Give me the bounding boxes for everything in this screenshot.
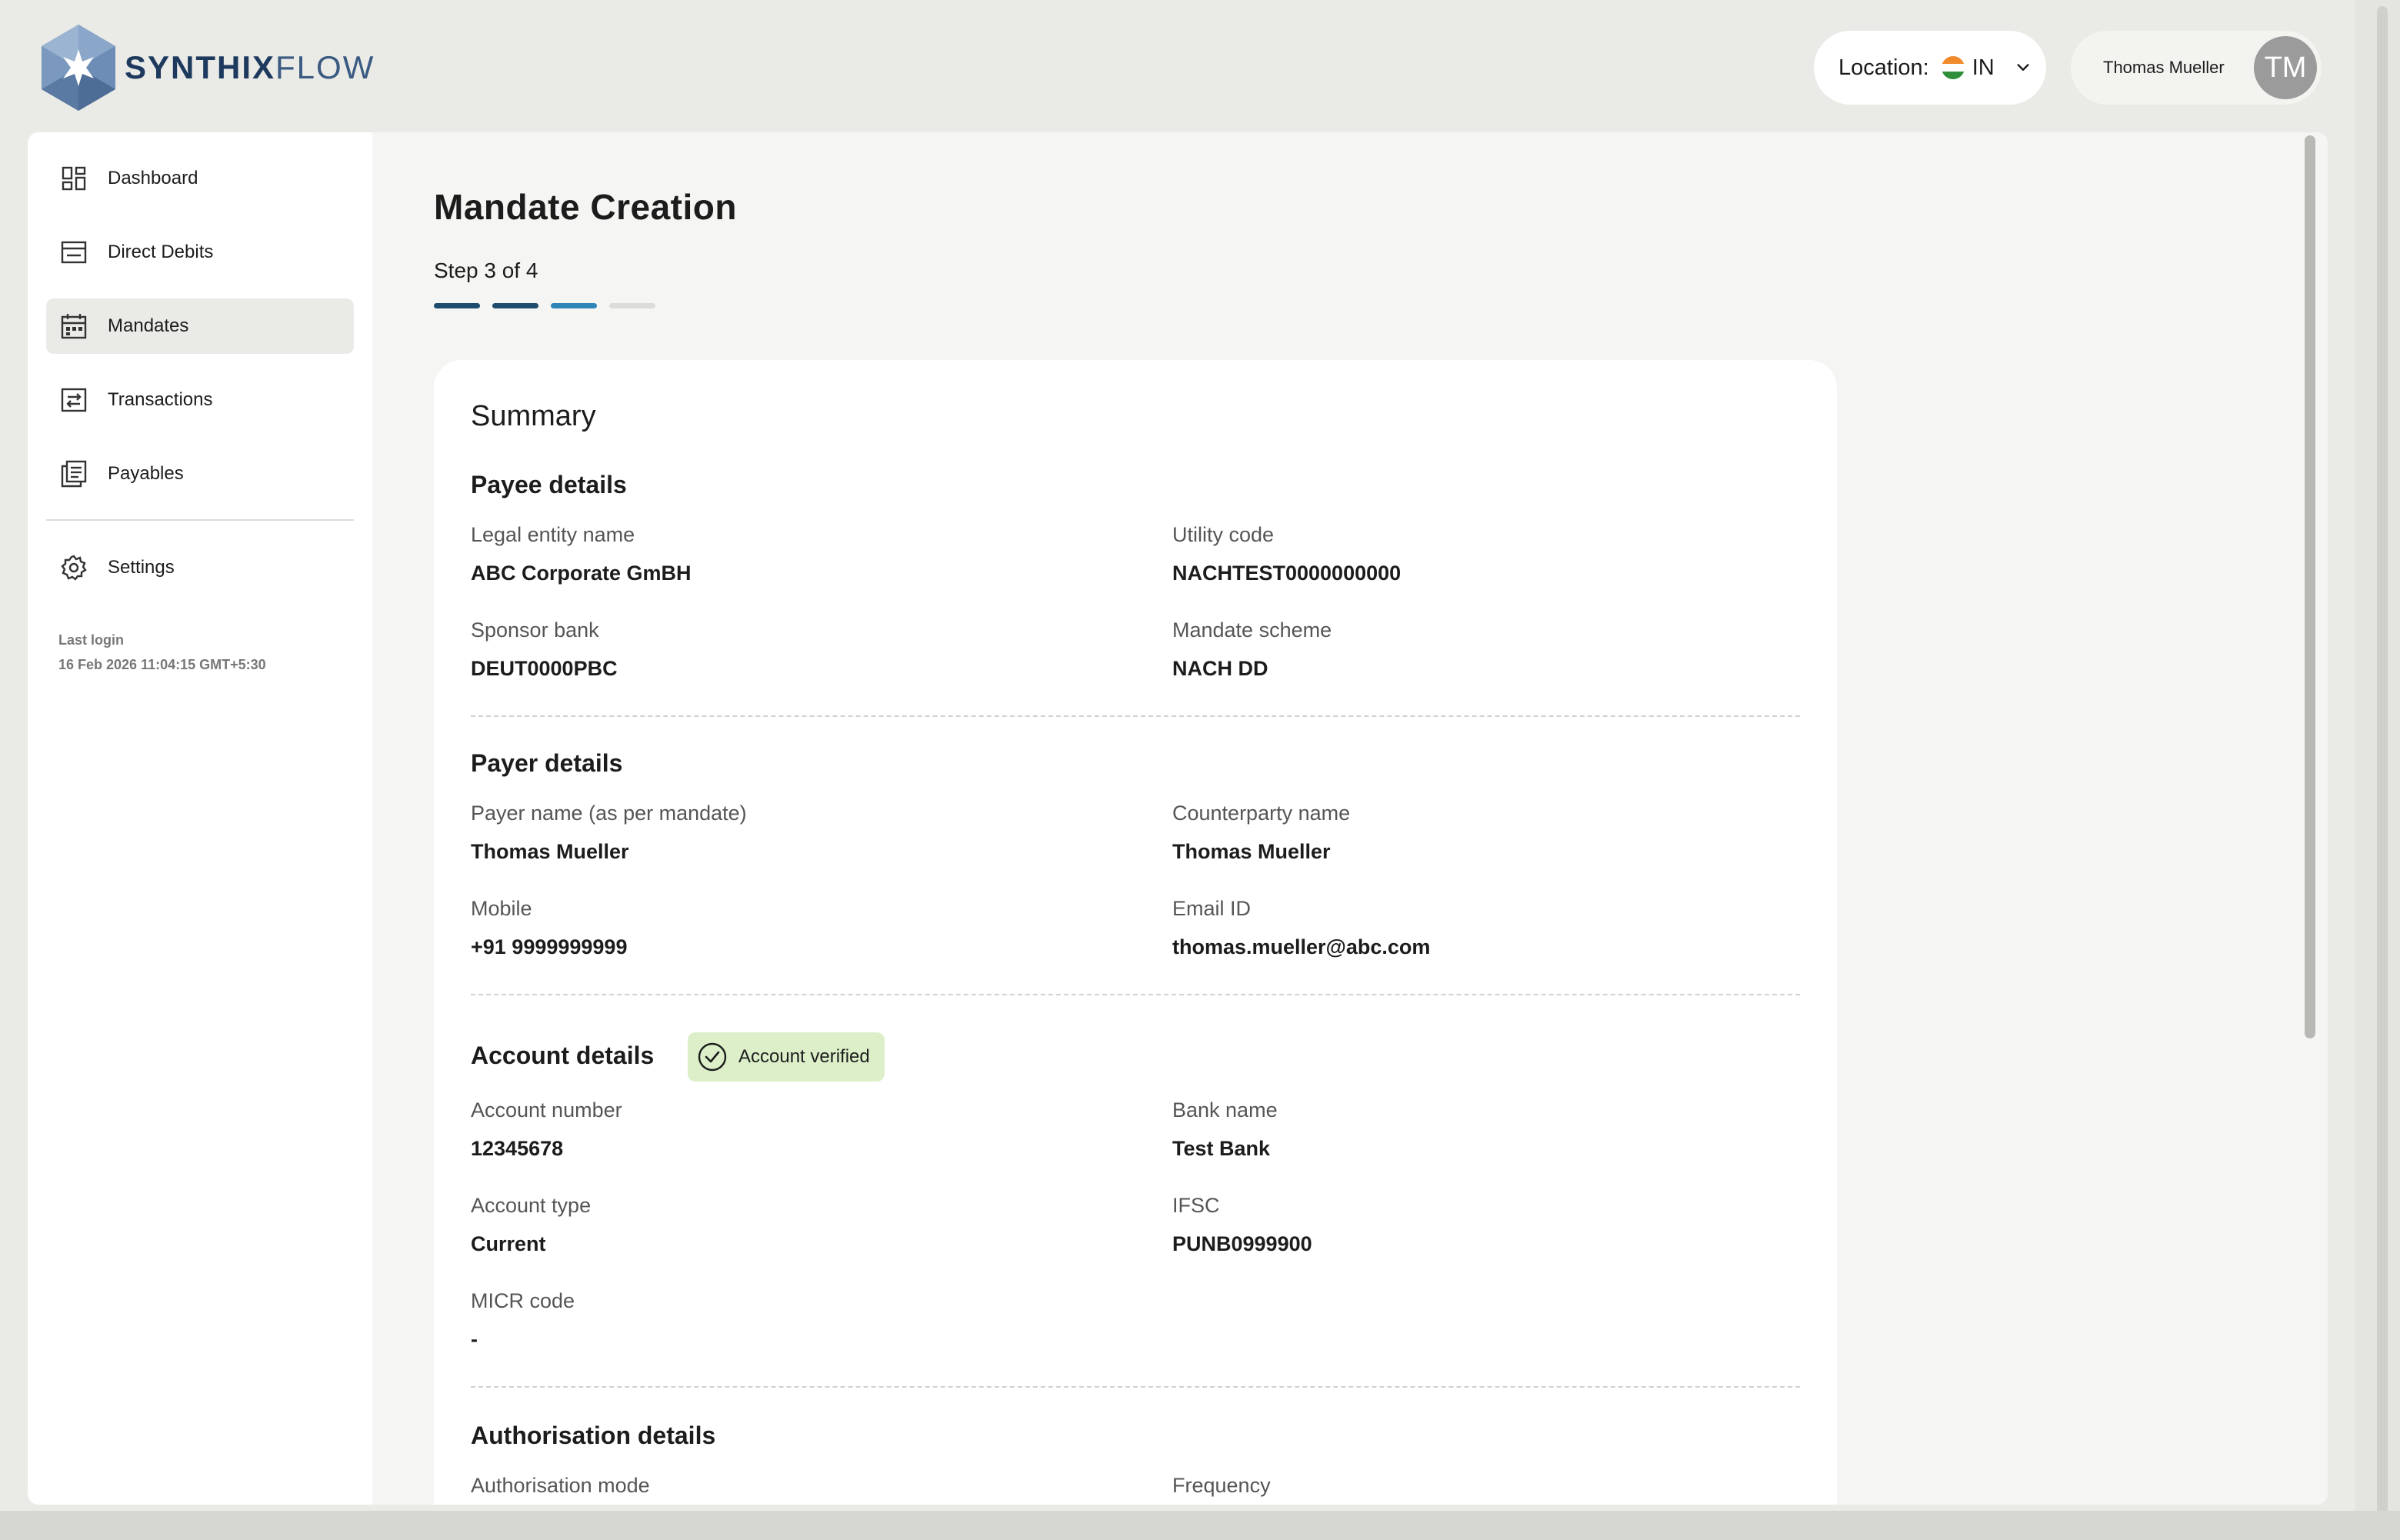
avatar: TM <box>2254 36 2317 99</box>
step-bar-3 <box>551 303 597 308</box>
step-bar-1 <box>434 303 480 308</box>
payer-name-value: Thomas Mueller <box>471 840 629 863</box>
sidebar-item-mandates[interactable]: Mandates <box>46 298 354 354</box>
sidebar: Dashboard Direct Debits Mandates Transac… <box>28 132 372 1505</box>
ifsc-label: IFSC <box>1172 1194 1220 1217</box>
step-bar-2 <box>492 303 538 308</box>
account-number-value: 12345678 <box>471 1137 564 1160</box>
account-verified-badge: Account verified <box>688 1032 885 1082</box>
mobile-value: +91 9999999999 <box>471 935 628 958</box>
authorisation-mode-label: Authorisation mode <box>471 1474 650 1497</box>
account-number-label: Account number <box>471 1098 622 1122</box>
payer-name-label: Payer name (as per mandate) <box>471 802 747 825</box>
location-selector[interactable]: Location: IN <box>1814 31 2046 105</box>
mobile-label: Mobile <box>471 897 532 920</box>
last-login: Last login 16 Feb 2026 11:04:15 GMT+5:30 <box>58 628 266 677</box>
section-divider <box>471 715 1800 717</box>
page-title: Mandate Creation <box>434 187 737 227</box>
india-flag-icon <box>1941 56 1965 79</box>
sidebar-item-label: Settings <box>108 557 175 578</box>
content-scrollbar[interactable] <box>2305 135 2315 1038</box>
sidebar-item-label: Transactions <box>108 389 213 410</box>
last-login-label: Last login <box>58 632 124 648</box>
section-divider <box>471 994 1800 995</box>
window-scrollbar[interactable] <box>2377 6 2388 1514</box>
utility-code-value: NACHTEST0000000000 <box>1172 562 1402 585</box>
brand-logo[interactable]: SYNTHIXFLOW <box>38 23 375 112</box>
sidebar-divider <box>46 519 354 521</box>
payer-details-title: Payer details <box>471 749 623 777</box>
sidebar-item-dashboard[interactable]: Dashboard <box>46 151 354 206</box>
bank-name-value: Test Bank <box>1172 1137 1271 1160</box>
check-circle-icon <box>698 1042 727 1072</box>
account-type-label: Account type <box>471 1194 592 1217</box>
section-divider <box>471 1386 1800 1388</box>
location-label: Location: <box>1838 55 1929 80</box>
transactions-icon <box>61 388 87 412</box>
micr-code-value: - <box>471 1328 478 1351</box>
app-shell: Dashboard Direct Debits Mandates Transac… <box>28 132 2328 1505</box>
counterparty-label: Counterparty name <box>1172 802 1351 825</box>
step-indicator-text: Step 3 of 4 <box>434 258 538 282</box>
mandate-scheme-label: Mandate scheme <box>1172 618 1332 642</box>
synthixflow-logo-icon <box>42 25 115 111</box>
sidebar-item-settings[interactable]: Settings <box>46 540 354 595</box>
user-name: Thomas Mueller <box>2103 58 2225 77</box>
last-login-value: 16 Feb 2026 11:04:15 GMT+5:30 <box>58 657 266 672</box>
utility-code-label: Utility code <box>1172 523 1275 546</box>
bank-name-label: Bank name <box>1172 1098 1278 1122</box>
summary-card: Summary Payee details Legal entity name … <box>434 360 1837 1505</box>
chevron-down-icon <box>2017 64 2029 71</box>
sidebar-item-label: Payables <box>108 463 184 484</box>
ifsc-value: PUNB0999900 <box>1172 1232 1312 1255</box>
frequency-label: Frequency <box>1172 1474 1271 1497</box>
sidebar-item-label: Mandates <box>108 315 189 336</box>
legal-entity-value: ABC Corporate GmBH <box>471 562 692 585</box>
window-bottom-edge <box>0 1511 2400 1540</box>
calendar-icon <box>61 314 87 339</box>
account-details-title: Account details <box>471 1042 655 1069</box>
counterparty-value: Thomas Mueller <box>1172 840 1331 863</box>
legal-entity-label: Legal entity name <box>471 523 635 546</box>
sidebar-item-payables[interactable]: Payables <box>46 446 354 502</box>
sidebar-item-label: Dashboard <box>108 168 198 188</box>
step-bar-4 <box>609 303 655 308</box>
sidebar-item-label: Direct Debits <box>108 242 214 262</box>
badge-label: Account verified <box>738 1046 870 1067</box>
email-label: Email ID <box>1172 897 1252 920</box>
authorisation-details-title: Authorisation details <box>471 1422 716 1449</box>
gear-icon <box>61 555 87 581</box>
mandate-scheme-value: NACH DD <box>1172 657 1268 680</box>
email-value: thomas.mueller@abc.com <box>1172 935 1431 958</box>
sponsor-bank-label: Sponsor bank <box>471 618 599 642</box>
step-progress <box>434 303 655 308</box>
sidebar-item-direct-debits[interactable]: Direct Debits <box>46 225 354 280</box>
summary-title: Summary <box>471 400 596 432</box>
direct-debits-icon <box>61 241 87 264</box>
main-content: Mandate Creation Step 3 of 4 Summary Pay… <box>372 132 2328 1505</box>
location-value: IN <box>1972 55 1995 80</box>
micr-code-label: MICR code <box>471 1289 575 1312</box>
account-type-value: Current <box>471 1232 546 1255</box>
brand-name: SYNTHIXFLOW <box>125 49 375 85</box>
sidebar-item-transactions[interactable]: Transactions <box>46 372 354 428</box>
user-menu[interactable]: Thomas Mueller TM <box>2071 31 2322 105</box>
sponsor-bank-value: DEUT0000PBC <box>471 657 618 680</box>
payables-icon <box>61 460 87 488</box>
dashboard-icon <box>62 166 86 191</box>
payee-details-title: Payee details <box>471 471 627 498</box>
